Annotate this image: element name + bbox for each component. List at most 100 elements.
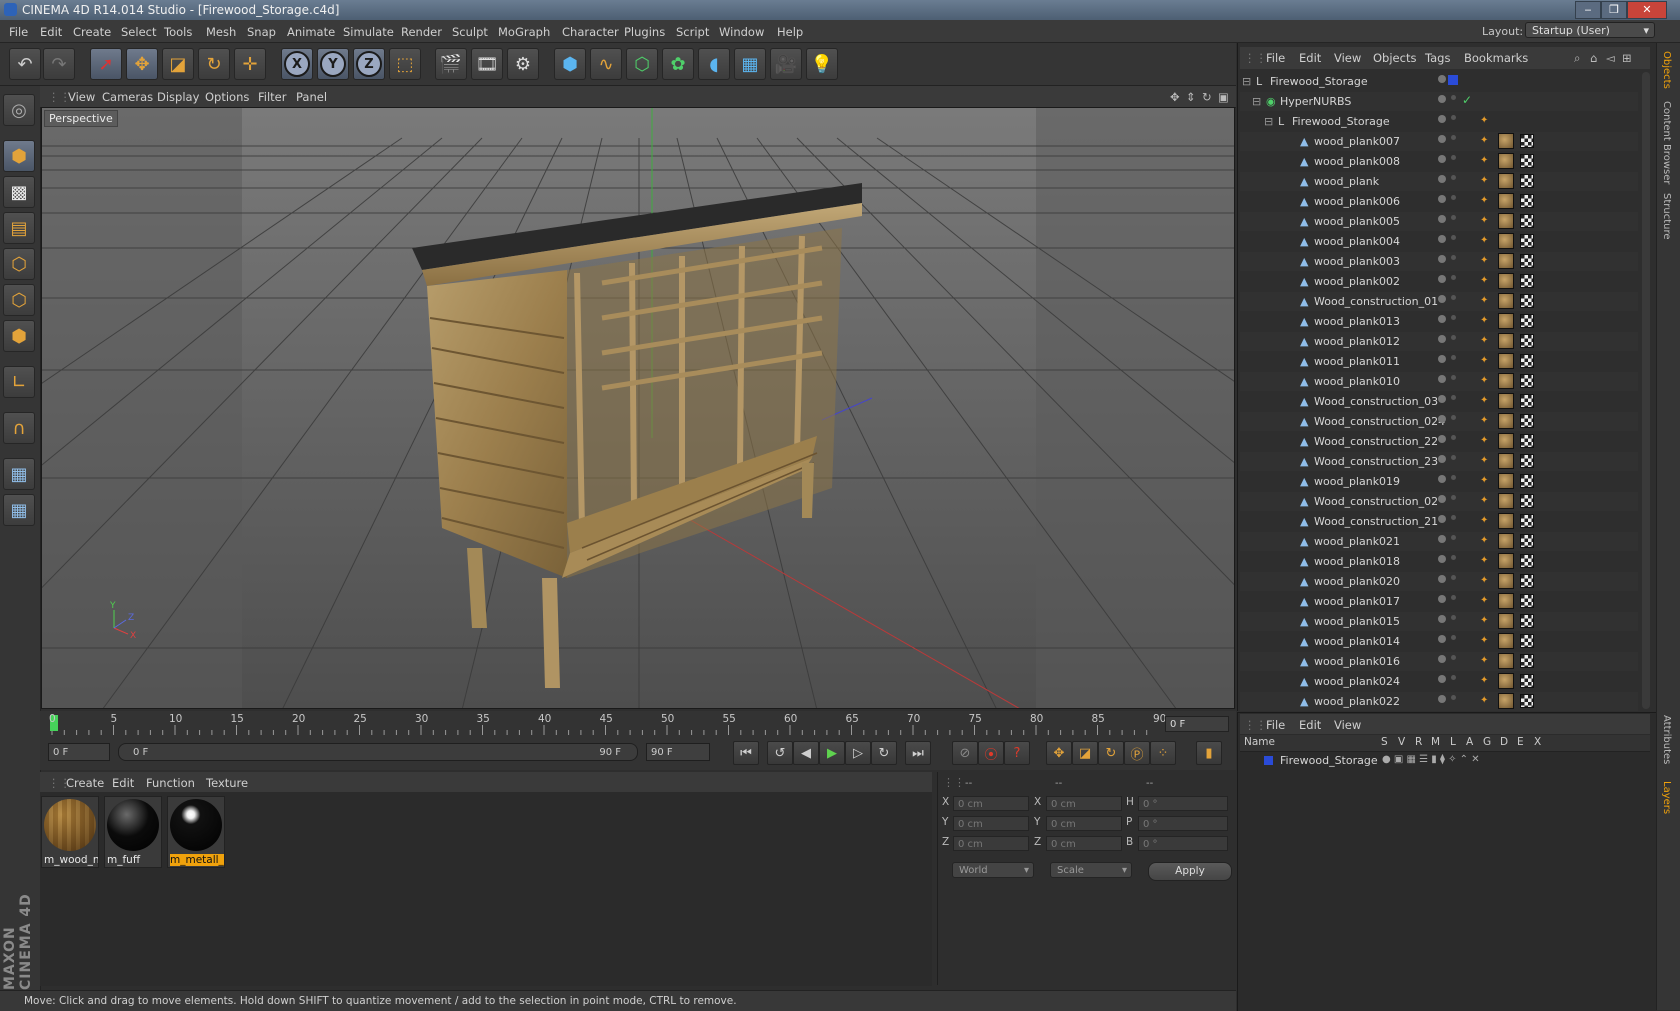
render-dot-icon[interactable] [1451,115,1456,120]
phong-tag-icon[interactable]: ✦ [1480,315,1490,326]
phong-tag-icon[interactable]: ✦ [1480,375,1490,386]
object-menu-objects[interactable]: Objects [1373,51,1416,65]
visibility-dot-icon[interactable] [1438,315,1446,323]
object-row[interactable]: ▲ Wood_construction_02 ✦ [1240,492,1638,511]
cube-primitive-button[interactable]: ⬢ [554,48,586,80]
phong-tag-icon[interactable]: ✦ [1480,535,1490,546]
coord-size-dropdown[interactable]: Scale ▾ [1050,862,1132,878]
object-row[interactable]: ▲ wood_plank018 ✦ [1240,552,1638,571]
menu-snap[interactable]: Snap [247,25,276,39]
back-icon[interactable]: ◅ [1606,51,1615,65]
key-position-icon[interactable]: ✥ [1046,741,1072,765]
phong-tag-icon[interactable]: ✦ [1480,495,1490,506]
render-dot-icon[interactable] [1451,375,1456,380]
object-row[interactable]: ▲ Wood_construction_03 ✦ [1240,392,1638,411]
coord-rotation-field[interactable]: 0 ° [1138,836,1228,851]
y-axis-lock-button[interactable]: Y [317,48,349,80]
make-editable-button[interactable]: ◎ [3,94,35,126]
menu-edit[interactable]: Edit [40,25,62,39]
coord-position-field[interactable]: 0 cm [953,836,1029,851]
object-name[interactable]: wood_plank016 [1314,655,1400,668]
visibility-dot-icon[interactable] [1438,655,1446,663]
texture-tag-wood-icon[interactable] [1498,313,1514,329]
layer-toggles[interactable]: ● ▣ ▦ ☰ ▮ ⧫ ✧ ⌃ ✕ [1382,754,1480,765]
render-dot-icon[interactable] [1451,295,1456,300]
home-icon[interactable]: ⌂ [1590,51,1597,65]
prev-key-icon[interactable]: ↺ [767,741,793,765]
phong-tag-icon[interactable]: ✦ [1480,235,1490,246]
object-name[interactable]: Firewood_Storage [1292,115,1390,128]
menu-window[interactable]: Window [719,25,764,39]
phong-tag-icon[interactable]: ✦ [1480,475,1490,486]
object-row[interactable]: ▲ wood_plank022 ✦ [1240,692,1638,711]
visibility-dot-icon[interactable] [1438,375,1446,383]
tab-objects[interactable]: Objects [1661,51,1672,89]
visibility-dot-icon[interactable] [1438,275,1446,283]
render-view-button[interactable]: 🎬 [435,48,467,80]
visibility-dot-icon[interactable] [1438,695,1446,703]
axis-mode-button[interactable]: ∟ [3,366,35,398]
edges-mode-button[interactable]: ⬡ [3,284,35,316]
render-dot-icon[interactable] [1451,655,1456,660]
texture-mode-button[interactable]: ▩ [3,176,35,208]
close-button[interactable]: ✕ [1627,1,1667,19]
coord-mode-dropdown[interactable]: World ▾ [952,862,1034,878]
play-icon[interactable]: ▶ [819,741,845,765]
go-to-end-icon[interactable]: ⏭ [905,741,931,765]
move-tool-button[interactable]: ✥ [126,48,158,80]
object-row[interactable]: ⊟ L Firewood_Storage [1240,72,1638,91]
menu-file[interactable]: File [9,25,28,39]
texture-tag-wood-icon[interactable] [1498,473,1514,489]
object-name[interactable]: HyperNURBS [1280,95,1351,108]
render-picture-viewer-button[interactable]: 🎞 [471,48,503,80]
visibility-dot-icon[interactable] [1438,535,1446,543]
object-name[interactable]: Wood_construction_22 [1314,435,1438,448]
uvw-tag-icon[interactable] [1520,254,1534,268]
phong-tag-icon[interactable]: ✦ [1480,555,1490,566]
uvw-tag-icon[interactable] [1520,174,1534,188]
record-keys-icon[interactable]: ⊘ [952,741,978,765]
texture-tag-wood-icon[interactable] [1498,493,1514,509]
object-name[interactable]: wood_plank003 [1314,255,1400,268]
end-frame-field[interactable]: 90 F [646,743,710,761]
uvw-tag-icon[interactable] [1520,274,1534,288]
object-name[interactable]: Wood_construction_01 [1314,295,1438,308]
render-dot-icon[interactable] [1451,175,1456,180]
preview-range-slider[interactable]: 0 F 90 F [118,743,638,761]
coord-position-field[interactable]: 0 cm [953,796,1029,811]
texture-tag-wood-icon[interactable] [1498,573,1514,589]
uvw-tag-icon[interactable] [1520,354,1534,368]
coord-position-field[interactable]: 0 cm [953,816,1029,831]
object-row[interactable]: ▲ wood_plank004 ✦ [1240,232,1638,251]
phong-tag-icon[interactable]: ✦ [1480,615,1490,626]
visibility-dot-icon[interactable] [1438,595,1446,603]
uvw-tag-icon[interactable] [1520,434,1534,448]
apply-button[interactable]: Apply [1148,862,1232,881]
phong-tag-icon[interactable]: ✦ [1480,575,1490,586]
object-name[interactable]: wood_plank015 [1314,615,1400,628]
menu-create[interactable]: Create [73,25,111,39]
phong-tag-icon[interactable]: ✦ [1480,335,1490,346]
phong-tag-icon[interactable]: ✦ [1480,355,1490,366]
uvw-tag-icon[interactable] [1520,314,1534,328]
render-dot-icon[interactable] [1451,595,1456,600]
object-menu-file[interactable]: File [1266,51,1285,65]
uvw-tag-icon[interactable] [1520,654,1534,668]
texture-tag-wood-icon[interactable] [1498,353,1514,369]
render-dot-icon[interactable] [1451,515,1456,520]
texture-tag-wood-icon[interactable] [1498,253,1514,269]
render-dot-icon[interactable] [1451,335,1456,340]
uvw-tag-icon[interactable] [1520,154,1534,168]
next-key-icon[interactable]: ↻ [871,741,897,765]
texture-tag-wood-icon[interactable] [1498,193,1514,209]
menu-animate[interactable]: Animate [287,25,335,39]
menu-tools[interactable]: Tools [164,25,192,39]
render-dot-icon[interactable] [1451,135,1456,140]
viewport-menu-options[interactable]: Options [205,90,249,104]
object-name[interactable]: wood_plank011 [1314,355,1400,368]
uvw-tag-icon[interactable] [1520,514,1534,528]
render-dot-icon[interactable] [1451,615,1456,620]
visibility-dot-icon[interactable] [1438,155,1446,163]
polygons-mode-button[interactable]: ⬢ [3,320,35,352]
object-name[interactable]: wood_plank013 [1314,315,1400,328]
